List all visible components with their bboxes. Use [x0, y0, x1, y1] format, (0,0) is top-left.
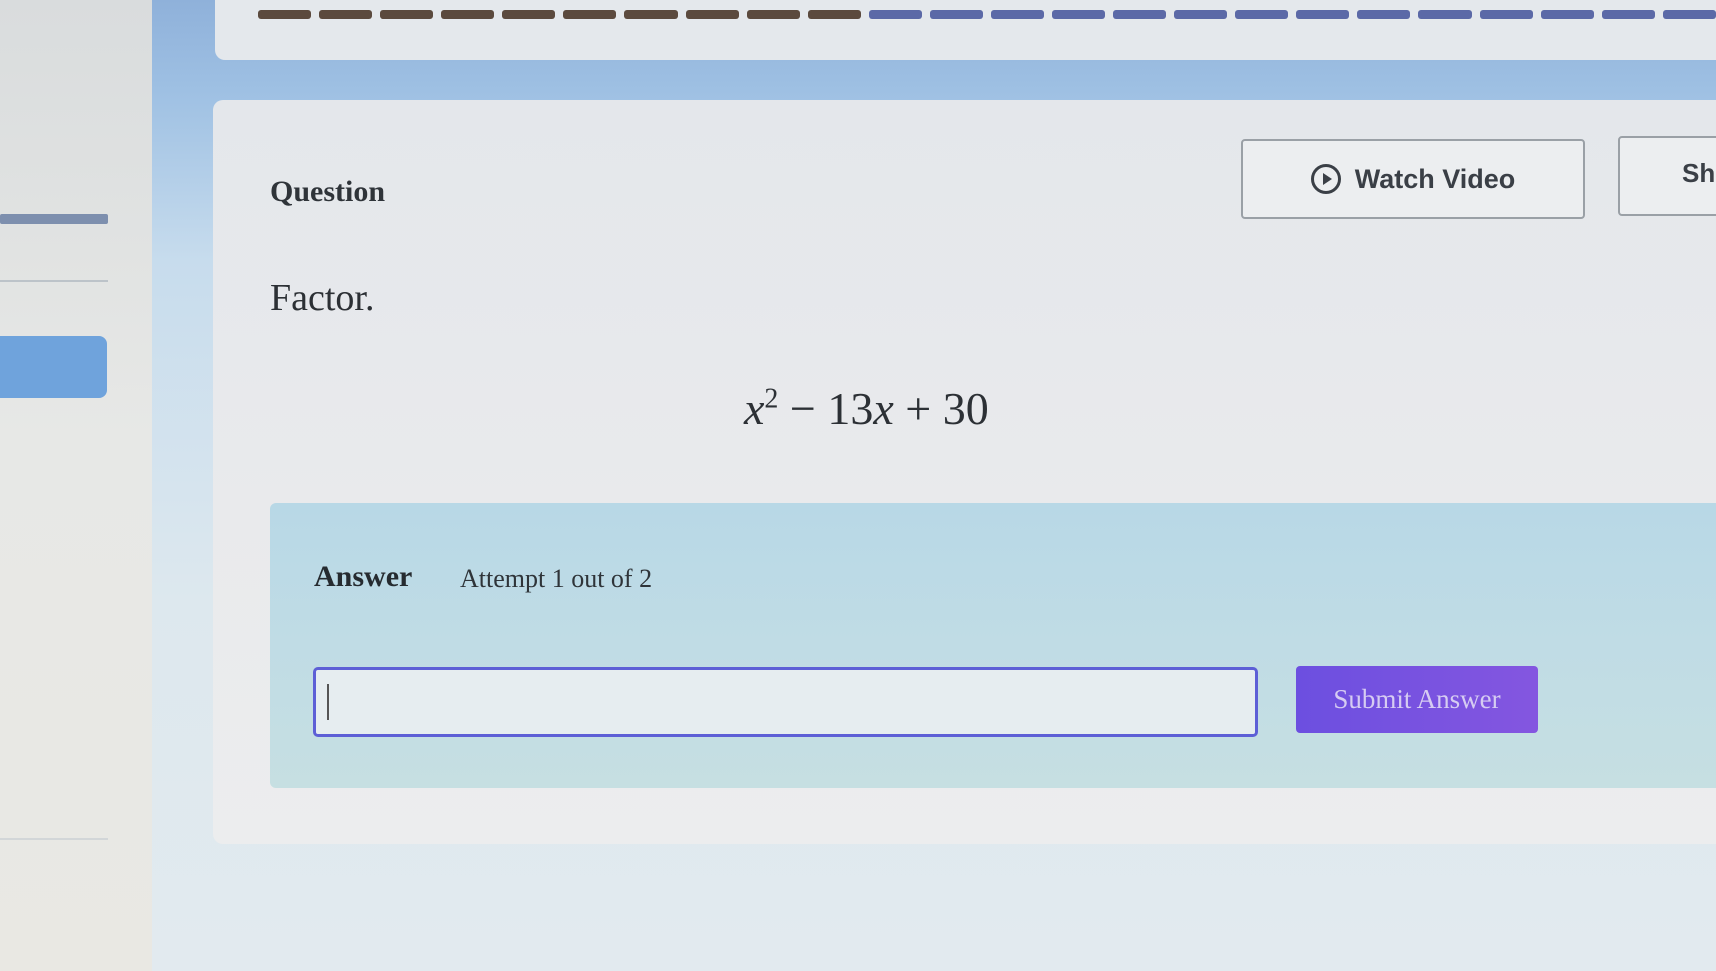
- progress-header: [215, 0, 1716, 60]
- submit-answer-button[interactable]: Submit Answer: [1296, 666, 1538, 733]
- progress-segment: [1418, 10, 1472, 19]
- expr-part-b: + 30: [893, 383, 989, 434]
- progress-segment: [441, 10, 495, 19]
- show-example-label: Sh: [1682, 158, 1716, 188]
- answer-heading: Answer: [314, 560, 413, 593]
- expr-var: x: [873, 383, 894, 434]
- progress-segment: [1357, 10, 1411, 19]
- math-expression: x2 − 13x + 30: [744, 382, 989, 435]
- progress-segment: [746, 10, 800, 19]
- sidebar-indicator: [0, 214, 108, 224]
- watch-video-button[interactable]: Watch Video: [1241, 139, 1585, 219]
- answer-panel: [270, 503, 1716, 788]
- progress-segment: [1296, 10, 1350, 19]
- progress-segment: [990, 10, 1045, 19]
- left-sidebar: [0, 0, 152, 971]
- progress-segment: [1113, 10, 1167, 19]
- progress-segment: [624, 10, 678, 19]
- watch-video-label: Watch Video: [1354, 163, 1516, 194]
- play-icon: [1310, 164, 1341, 194]
- progress-segment: [929, 10, 983, 19]
- expr-exponent: 2: [764, 383, 779, 415]
- sidebar-divider: [0, 280, 108, 282]
- progress-segment: [1662, 10, 1716, 19]
- question-prompt: Factor.: [270, 277, 375, 319]
- progress-segment: [502, 10, 556, 19]
- progress-segment: [1479, 10, 1533, 19]
- progress-segment: [319, 10, 373, 19]
- progress-segment: [868, 10, 922, 19]
- progress-segment: [1174, 10, 1228, 19]
- progress-segment: [380, 10, 434, 19]
- expr-part-a: − 13: [778, 383, 874, 434]
- text-caret: [327, 684, 329, 720]
- progress-segment: [685, 10, 739, 19]
- answer-input[interactable]: [313, 667, 1258, 737]
- progress-bar: [258, 10, 1716, 22]
- expr-base: x: [744, 383, 765, 434]
- sidebar-active-item[interactable]: [0, 336, 107, 398]
- progress-segment: [563, 10, 617, 19]
- progress-segment: [258, 10, 312, 19]
- progress-segment: [1540, 10, 1594, 19]
- progress-segment: [807, 10, 861, 19]
- sidebar-divider-bottom: [0, 838, 108, 840]
- progress-segment: [1235, 10, 1289, 19]
- attempt-counter: Attempt 1 out of 2: [460, 564, 653, 593]
- show-example-button[interactable]: Sh: [1618, 136, 1716, 216]
- progress-segment: [1052, 10, 1106, 19]
- progress-segment: [1601, 10, 1655, 19]
- question-heading: Question: [270, 175, 386, 208]
